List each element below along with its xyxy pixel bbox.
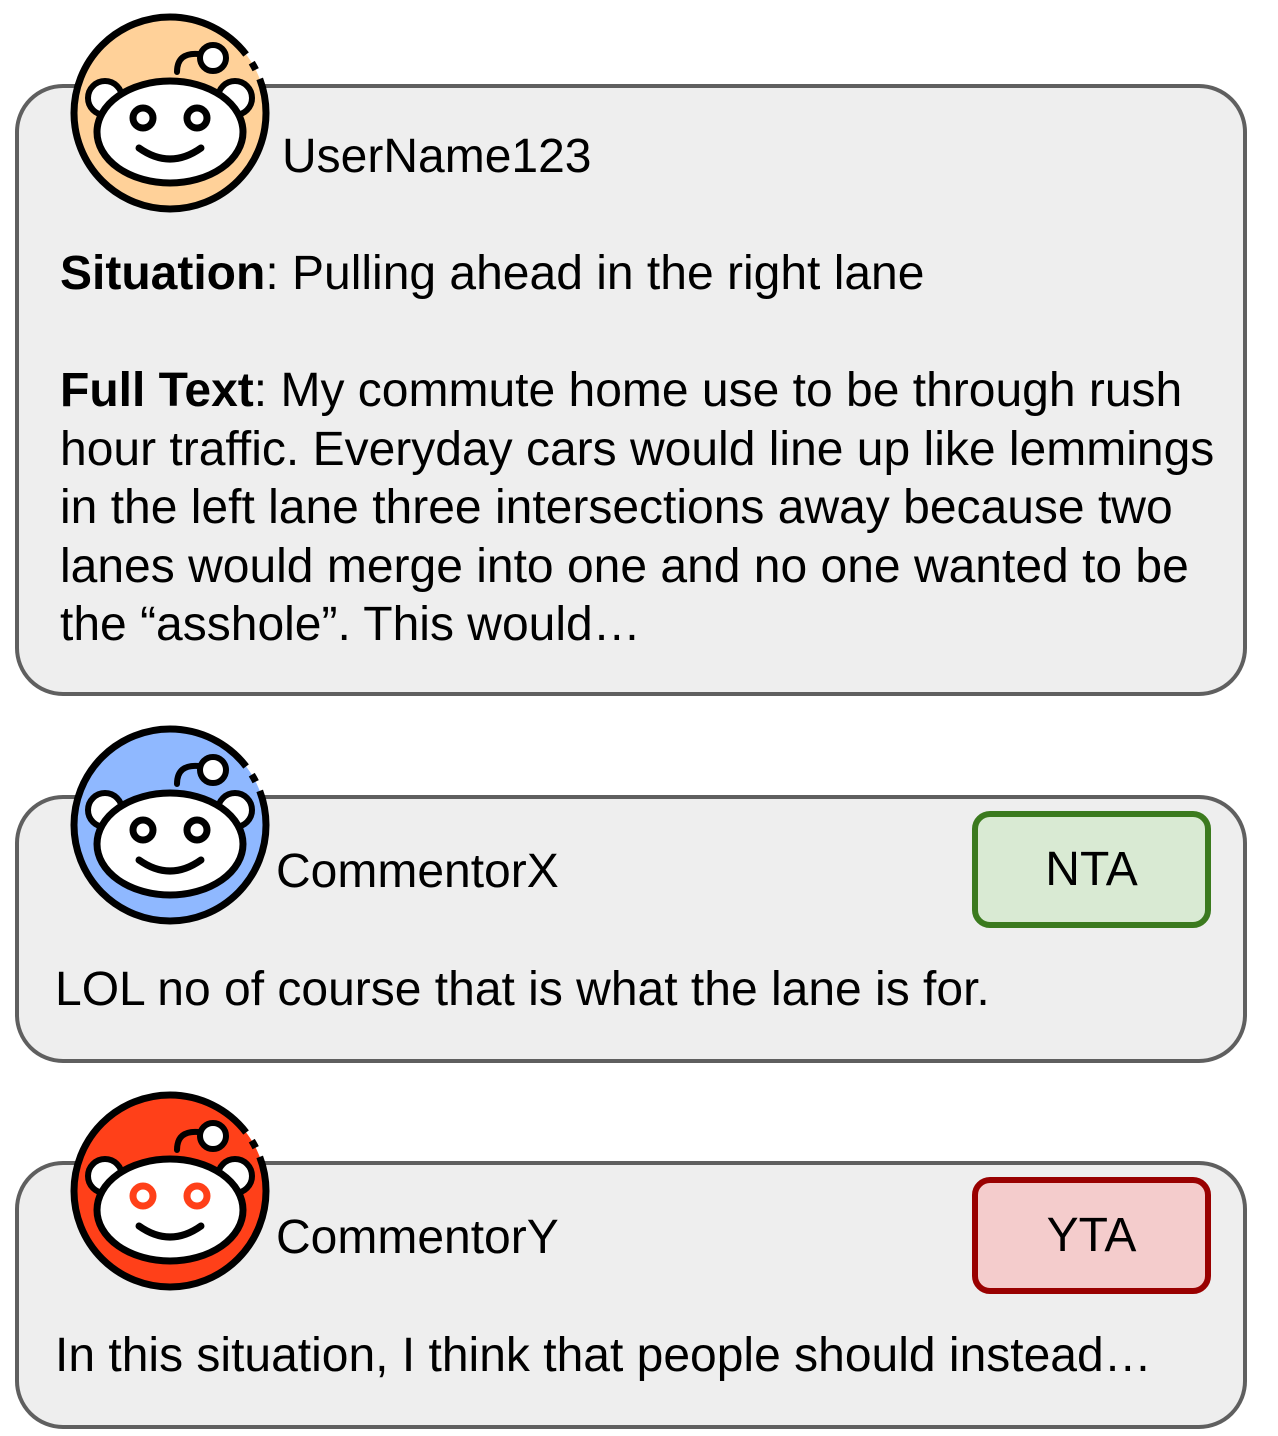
comment-username[interactable]: CommentorX xyxy=(276,848,559,896)
situation-label: Situation xyxy=(60,247,266,300)
post-situation: Situation: Pulling ahead in the right la… xyxy=(60,245,1220,304)
post-full-text: Full Text: My commute home use to be thr… xyxy=(60,362,1220,655)
post-username[interactable]: UserName123 xyxy=(282,133,591,181)
verdict-badge: YTA xyxy=(972,1177,1211,1294)
situation-text: : Pulling ahead in the right lane xyxy=(265,247,925,300)
verdict-badge: NTA xyxy=(972,811,1211,928)
comment-text: In this situation, I think that people s… xyxy=(55,1329,1152,1382)
full-text-label: Full Text xyxy=(60,364,254,417)
comment-text: LOL no of course that is what the lane i… xyxy=(55,963,990,1016)
reddit-snoo-icon xyxy=(67,722,273,928)
comment-username[interactable]: CommentorY xyxy=(276,1214,559,1262)
reddit-snoo-icon xyxy=(67,1088,273,1294)
reddit-snoo-icon xyxy=(67,10,273,216)
